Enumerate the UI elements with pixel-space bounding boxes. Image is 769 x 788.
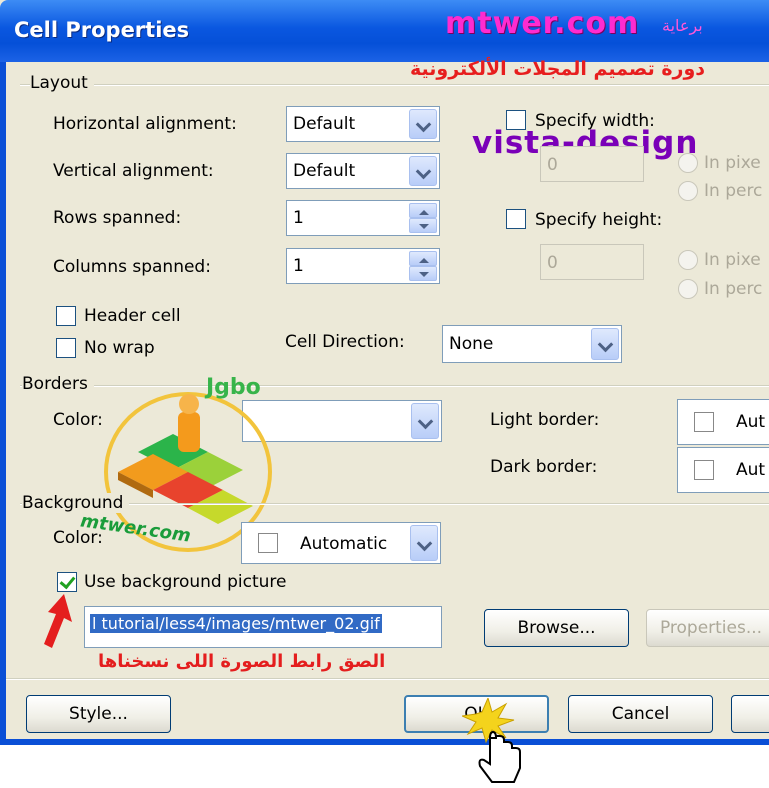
dark-border-label: Dark border: [490, 457, 598, 477]
no-wrap-checkbox[interactable] [56, 338, 76, 358]
columns-spanned-label: Columns spanned: [53, 257, 211, 277]
style-button[interactable]: Style... [26, 695, 171, 733]
spin-down-icon[interactable] [409, 266, 437, 281]
dark-border-select[interactable]: Aut [677, 447, 769, 493]
cancel-label: Cancel [611, 704, 670, 724]
width-in-pixels-radio[interactable] [678, 153, 698, 173]
spin-up-icon[interactable] [409, 251, 437, 266]
dark-border-value: Aut [736, 460, 766, 480]
browse-label: Browse... [517, 618, 596, 638]
height-value: 0 [547, 253, 558, 273]
cell-direction-label: Cell Direction: [285, 332, 405, 352]
width-field[interactable]: 0 [540, 146, 644, 182]
rows-spanned-stepper[interactable]: 1 [286, 200, 440, 236]
background-color-value: Automatic [300, 534, 388, 554]
width-in-pixels-label: In pixe [704, 153, 761, 173]
light-border-value: Aut [736, 412, 766, 432]
horizontal-alignment-select[interactable]: Default [286, 106, 440, 142]
spin-buttons[interactable] [409, 251, 437, 281]
layout-group-label: Layout [30, 73, 94, 93]
layout-group-line [20, 84, 769, 86]
header-cell-label: Header cell [84, 306, 181, 326]
style-label: Style... [69, 704, 128, 724]
chevron-down-icon[interactable] [409, 109, 437, 139]
specify-height-label: Specify height: [535, 210, 663, 230]
no-wrap-label: No wrap [84, 338, 155, 358]
rows-spanned-label: Rows spanned: [53, 208, 182, 228]
spin-up-icon[interactable] [409, 203, 437, 218]
vertical-alignment-select[interactable]: Default [286, 153, 440, 189]
use-background-picture-checkbox[interactable] [57, 572, 77, 592]
chevron-down-icon[interactable] [411, 403, 439, 439]
background-color-label: Color: [53, 528, 103, 548]
title-bar[interactable]: Cell Properties mtwer.com برعاية [0, 0, 769, 62]
chevron-down-icon[interactable] [409, 156, 437, 186]
cancel-button[interactable]: Cancel [568, 695, 713, 733]
background-color-select[interactable]: Automatic [241, 522, 441, 564]
light-border-label: Light border: [490, 410, 600, 430]
columns-spanned-stepper[interactable]: 1 [286, 248, 440, 284]
spin-down-icon[interactable] [409, 218, 437, 233]
watermark-site-prefix: برعاية [662, 16, 703, 35]
width-in-percent-label: In perc [704, 181, 763, 201]
height-in-percent-label: In perc [704, 279, 763, 299]
width-value: 0 [547, 155, 558, 175]
paste-hint-annotation: الصق رابط الصورة اللى نسخناها [98, 651, 386, 672]
properties-label: Properties... [659, 618, 763, 638]
use-background-picture-label: Use background picture [84, 572, 287, 592]
red-arrow-icon [44, 594, 72, 648]
rows-spanned-value: 1 [293, 208, 304, 228]
hand-cursor-icon [462, 698, 521, 783]
background-group-label: Background [22, 493, 130, 513]
watermark-site: mtwer.com [445, 6, 640, 41]
cell-direction-value: None [449, 334, 494, 354]
spin-buttons[interactable] [409, 203, 437, 233]
horizontal-alignment-value: Default [293, 114, 356, 134]
picture-path-input[interactable]: l tutorial/less4/images/mtwer_02.gif [84, 606, 442, 648]
color-swatch [694, 460, 714, 480]
horizontal-alignment-label: Horizontal alignment: [53, 114, 237, 134]
help-button[interactable] [731, 695, 769, 733]
specify-height-checkbox[interactable] [506, 209, 526, 229]
window-title: Cell Properties [14, 18, 190, 42]
button-separator [6, 678, 769, 680]
height-in-pixels-radio[interactable] [678, 250, 698, 270]
height-in-pixels-label: In pixe [704, 250, 761, 270]
browse-button[interactable]: Browse... [484, 609, 629, 647]
color-swatch [694, 412, 714, 432]
width-in-percent-radio[interactable] [678, 181, 698, 201]
background-group-line [20, 503, 769, 505]
color-swatch [258, 533, 278, 553]
cell-properties-dialog: Cell Properties mtwer.com برعاية Layout … [0, 0, 769, 745]
window-frame-bottom [0, 739, 769, 745]
columns-spanned-value: 1 [293, 256, 304, 276]
vertical-alignment-value: Default [293, 161, 356, 181]
window-frame-left [0, 62, 6, 745]
picture-path-value: l tutorial/less4/images/mtwer_02.gif [90, 614, 382, 633]
properties-button[interactable]: Properties... [646, 609, 769, 647]
watermark-course: دورة تصميم المجلات الألكترونية [410, 58, 706, 80]
cell-direction-select[interactable]: None [442, 325, 622, 363]
vertical-alignment-label: Vertical alignment: [53, 161, 214, 181]
header-cell-checkbox[interactable] [56, 306, 76, 326]
chevron-down-icon[interactable] [410, 525, 438, 561]
height-in-percent-radio[interactable] [678, 279, 698, 299]
light-border-select[interactable]: Aut [677, 399, 769, 445]
height-field[interactable]: 0 [540, 244, 644, 280]
chevron-down-icon[interactable] [591, 328, 619, 360]
logo-text: Jgbo [204, 375, 261, 400]
